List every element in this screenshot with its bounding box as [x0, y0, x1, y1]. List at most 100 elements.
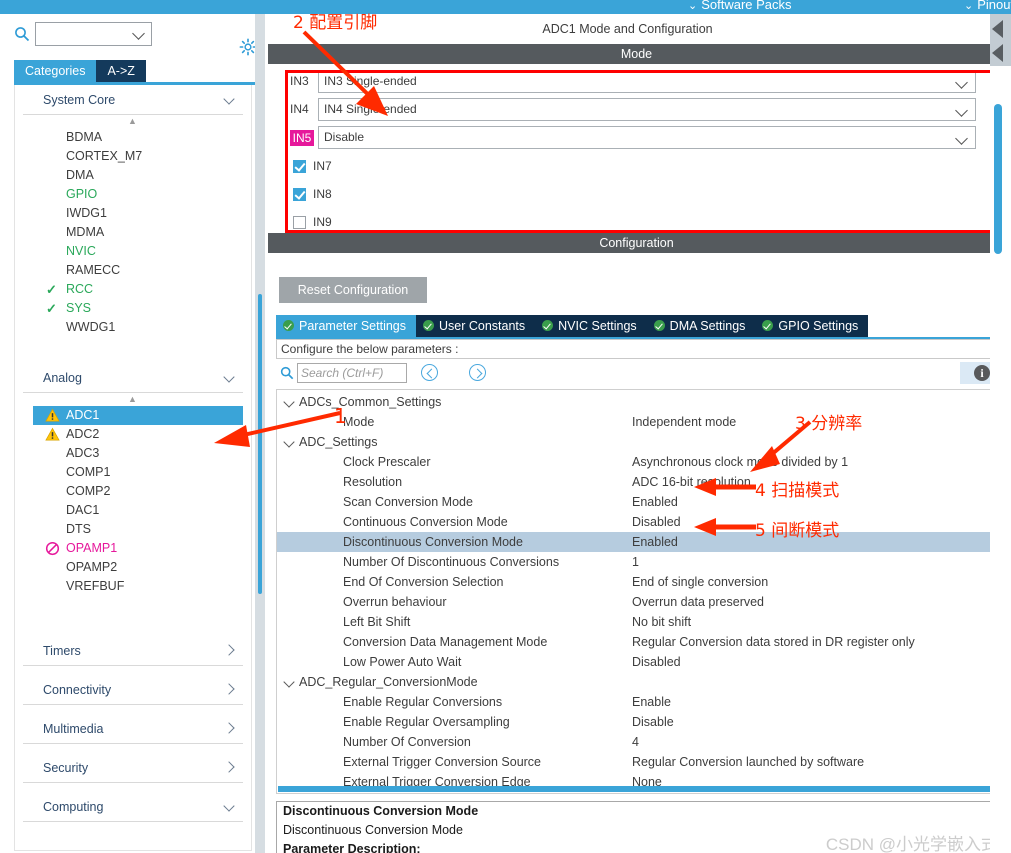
tab-parameter-settings[interactable]: Parameter Settings [276, 315, 416, 337]
param-value[interactable]: ADC 16-bit resolution [632, 472, 751, 492]
param-value[interactable]: Enable [632, 692, 671, 712]
param-row[interactable]: Overrun behaviour Overrun data preserved [277, 592, 1004, 612]
scroll-up-spinner-analog[interactable]: ▲ [15, 393, 251, 405]
tab-gpio-settings[interactable]: GPIO Settings [755, 315, 869, 337]
check-circle-icon [762, 320, 774, 331]
param-row[interactable]: Resolution ADC 16-bit resolution [277, 472, 1004, 492]
category-header-computing[interactable]: Computing [23, 792, 243, 822]
search-input[interactable]: Search (Ctrl+F) [297, 363, 407, 383]
sidebar-item-gpio[interactable]: GPIO [15, 185, 251, 204]
sidebar-item-label: MDMA [66, 225, 105, 239]
param-row[interactable]: Conversion Data Management Mode Regular C… [277, 632, 1004, 652]
mode-select-in3[interactable]: IN3 Single-ended [318, 70, 976, 93]
sidebar-item-opamp1[interactable]: OPAMP1 [15, 539, 251, 558]
param-row[interactable]: Left Bit Shift No bit shift [277, 612, 1004, 632]
param-value[interactable]: Regular Conversion data stored in DR reg… [632, 632, 915, 652]
sidebar-item-adc2[interactable]: ADC2 [15, 425, 251, 444]
sidebar-search-combo[interactable] [35, 22, 152, 46]
category-header-timers[interactable]: Timers [23, 636, 243, 666]
param-row[interactable]: External Trigger Conversion Source Regula… [277, 752, 1004, 772]
param-row-selected[interactable]: Discontinuous Conversion Mode Enabled [277, 532, 1004, 552]
tab-categories[interactable]: Categories [14, 60, 97, 82]
sidebar-item-comp1[interactable]: COMP1 [15, 463, 251, 482]
param-row[interactable]: Number Of Discontinuous Conversions 1 [277, 552, 1004, 572]
sidebar-item-bdma[interactable]: BDMA [15, 128, 251, 147]
sidebar-item-nvic[interactable]: NVIC [15, 242, 251, 261]
category-header-connectivity[interactable]: Connectivity [23, 675, 243, 705]
checkbox-icon[interactable] [293, 188, 306, 201]
sidebar-item-dac1[interactable]: DAC1 [15, 501, 251, 520]
panel-splitter[interactable] [255, 14, 265, 853]
scroll-up-spinner[interactable]: ▲ [15, 115, 251, 127]
tab-dma-settings[interactable]: DMA Settings [646, 315, 756, 337]
param-row[interactable]: Scan Conversion Mode Enabled [277, 492, 1004, 512]
parameter-tree[interactable]: ADCs_Common_Settings Mode Independent mod… [276, 389, 1005, 794]
param-row[interactable]: Number Of Conversion 4 [277, 732, 1004, 752]
search-next-button[interactable] [469, 364, 486, 381]
sidebar-item-dts[interactable]: DTS [15, 520, 251, 539]
parameter-tree-hscrollbar[interactable] [278, 786, 994, 792]
chevron-down-icon[interactable] [283, 396, 295, 408]
sidebar-item-adc1[interactable]: ADC1 [33, 406, 243, 425]
param-value[interactable]: Independent mode [632, 412, 736, 432]
category-header-multimedia[interactable]: Multimedia [23, 714, 243, 744]
tab-a-to-z[interactable]: A->Z [96, 60, 146, 82]
param-value[interactable]: Overrun data preserved [632, 592, 764, 612]
right-edge-scrollbar-thumb[interactable] [994, 104, 1002, 254]
sidebar-item-cortex-m7[interactable]: CORTEX_M7 [15, 147, 251, 166]
param-value[interactable]: Enabled [632, 532, 678, 552]
mode-select-in4[interactable]: IN4 Single-ended [318, 98, 976, 121]
chevron-down-icon[interactable] [283, 436, 295, 448]
param-row[interactable]: Mode Independent mode [277, 412, 1004, 432]
checkbox-icon[interactable] [293, 160, 306, 173]
param-value[interactable]: 4 [632, 732, 639, 752]
sidebar-item-wwdg1[interactable]: WWDG1 [15, 318, 251, 337]
chevron-right-icon [223, 644, 235, 656]
checkbox-icon[interactable] [293, 216, 306, 229]
sidebar-item-iwdg1[interactable]: IWDG1 [15, 204, 251, 223]
category-header-analog[interactable]: Analog [23, 363, 243, 393]
param-value[interactable]: Asynchronous clock mode divided by 1 [632, 452, 848, 472]
sidebar-item-dma[interactable]: DMA [15, 166, 251, 185]
param-name: Enable Regular Oversampling [343, 715, 510, 729]
sidebar-item-mdma[interactable]: MDMA [15, 223, 251, 242]
param-row[interactable]: Clock Prescaler Asynchronous clock mode d… [277, 452, 1004, 472]
param-value[interactable]: Disable [632, 712, 674, 732]
param-row[interactable]: Continuous Conversion Mode Disabled [277, 512, 1004, 532]
collapse-arrow-icon[interactable] [992, 20, 1003, 38]
param-value[interactable]: Disabled [632, 512, 681, 532]
collapse-arrow-icon[interactable] [992, 44, 1003, 62]
sidebar-item-adc3[interactable]: ADC3 [15, 444, 251, 463]
tab-user-constants[interactable]: User Constants [416, 315, 536, 337]
param-row[interactable]: Enable Regular Conversions Enable [277, 692, 1004, 712]
category-header-system-core[interactable]: System Core [23, 85, 243, 115]
param-group-row[interactable]: ADCs_Common_Settings [277, 392, 1004, 412]
search-prev-button[interactable] [421, 364, 438, 381]
sidebar-item-rcc[interactable]: ✓ RCC [15, 280, 251, 299]
chevron-down-icon[interactable] [283, 676, 295, 688]
category-header-security[interactable]: Security [23, 753, 243, 783]
param-row[interactable]: End Of Conversion Selection End of single… [277, 572, 1004, 592]
param-group-row[interactable]: ADC_Settings [277, 432, 1004, 452]
nav-software-packs[interactable]: ⌄ Software Packs [688, 0, 792, 12]
reset-configuration-button[interactable]: Reset Configuration [279, 277, 427, 303]
chevron-right-icon [223, 683, 235, 695]
param-row[interactable]: Low Power Auto Wait Disabled [277, 652, 1004, 672]
param-value[interactable]: Regular Conversion launched by software [632, 752, 864, 772]
param-value[interactable]: 1 [632, 552, 639, 572]
sidebar-item-vrefbuf[interactable]: VREFBUF [15, 577, 251, 596]
sidebar-item-opamp2[interactable]: OPAMP2 [15, 558, 251, 577]
param-value[interactable]: End of single conversion [632, 572, 768, 592]
sidebar-item-sys[interactable]: ✓ SYS [15, 299, 251, 318]
mode-select-in5[interactable]: Disable [318, 126, 976, 149]
splitter-grip[interactable] [258, 294, 262, 594]
param-value[interactable]: Enabled [632, 492, 678, 512]
param-group-row[interactable]: ADC_Regular_ConversionMode [277, 672, 1004, 692]
nav-pinout[interactable]: ⌄ Pinout [964, 0, 1011, 12]
param-row[interactable]: Enable Regular Oversampling Disable [277, 712, 1004, 732]
sidebar-item-comp2[interactable]: COMP2 [15, 482, 251, 501]
param-value[interactable]: Disabled [632, 652, 681, 672]
param-value[interactable]: No bit shift [632, 612, 691, 632]
sidebar-item-ramecc[interactable]: RAMECC [15, 261, 251, 280]
tab-nvic-settings[interactable]: NVIC Settings [535, 315, 647, 337]
